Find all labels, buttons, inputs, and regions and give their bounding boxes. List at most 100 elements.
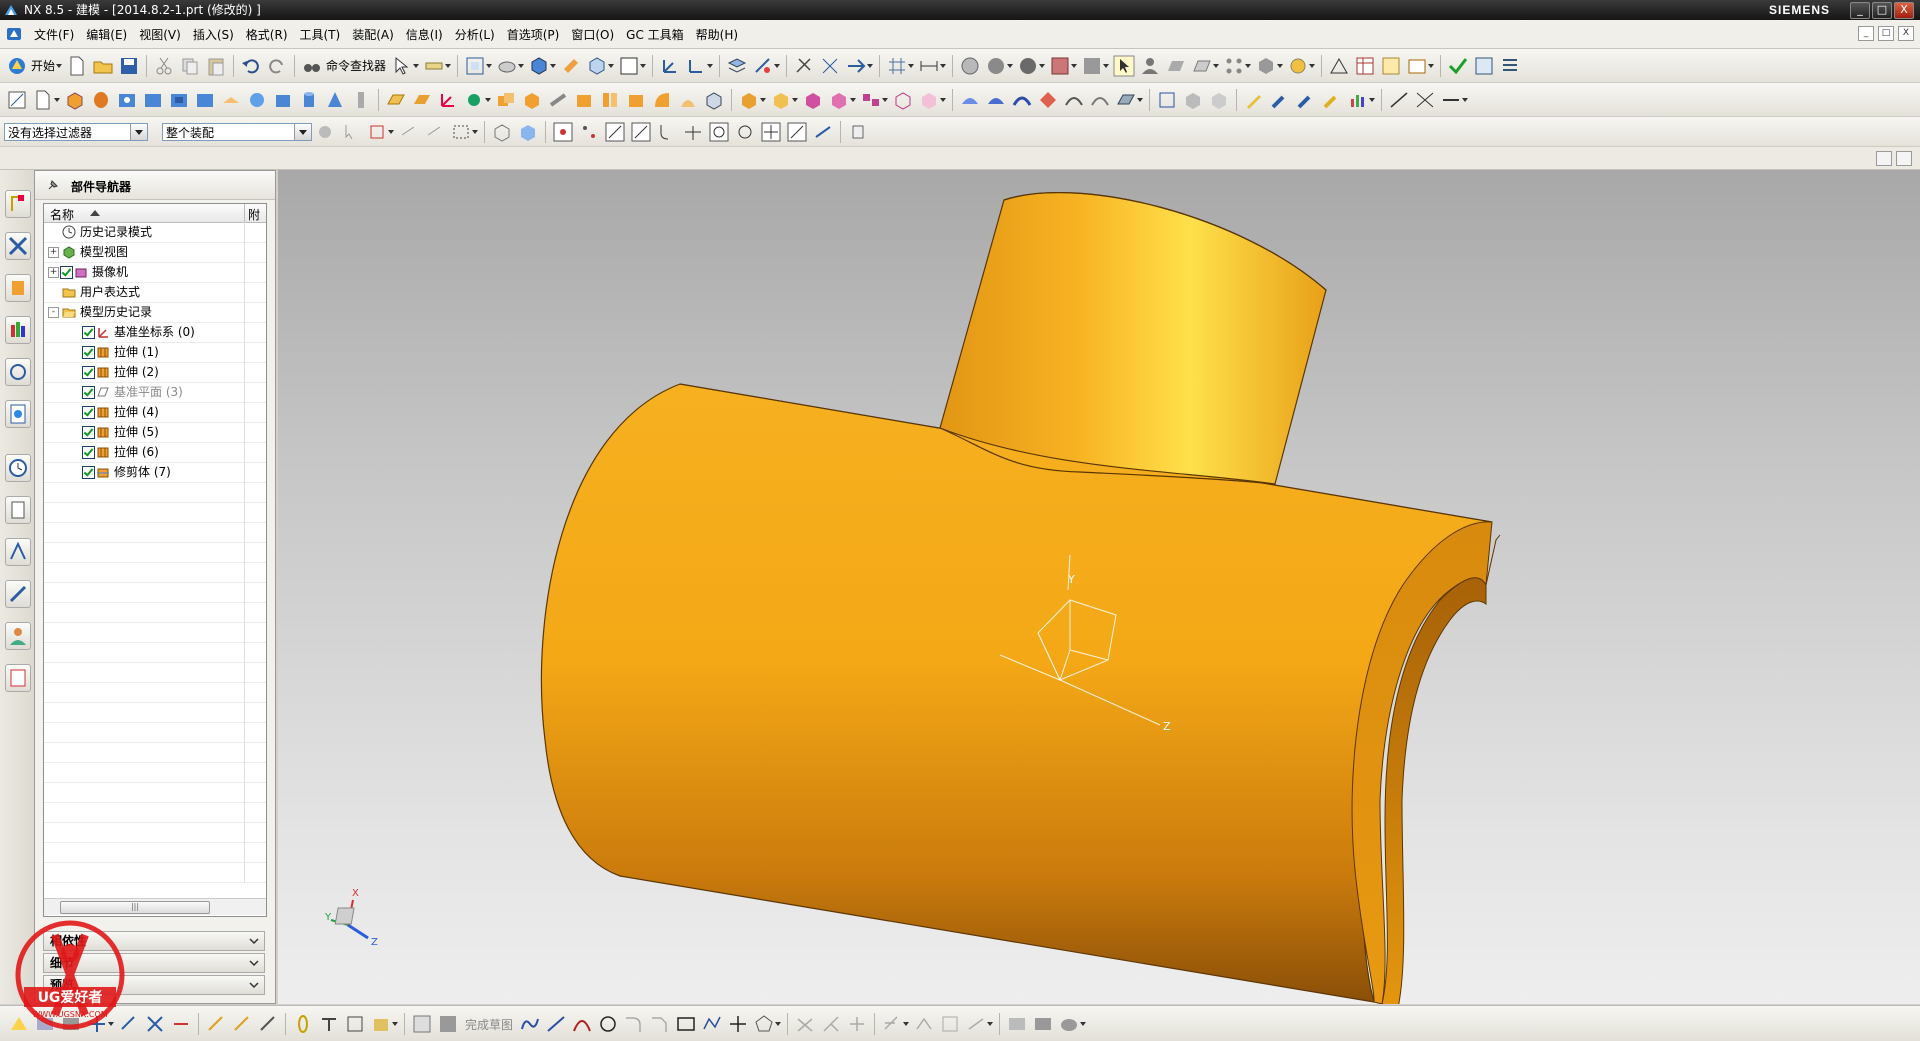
doc-close-button[interactable]: X xyxy=(1898,26,1914,41)
menu-window[interactable]: 窗口(O) xyxy=(565,26,620,43)
column-extra-header[interactable]: 附 xyxy=(248,206,260,223)
open-folder-icon[interactable] xyxy=(92,55,114,77)
menu-insert[interactable]: 插入(S) xyxy=(187,26,240,43)
arrow-select-icon[interactable] xyxy=(845,55,867,77)
sketch-project-icon[interactable] xyxy=(231,1013,253,1035)
menu-format[interactable]: 格式(R) xyxy=(240,26,294,43)
sew-icon[interactable] xyxy=(892,89,914,111)
triangle-icon[interactable] xyxy=(1328,55,1350,77)
thread-icon[interactable] xyxy=(350,89,372,111)
visibility-checkbox[interactable] xyxy=(82,426,95,439)
sketch-menu-icon[interactable] xyxy=(411,1013,433,1035)
part-model[interactable]: Z Y xyxy=(278,170,1920,1004)
menu-analysis[interactable]: 分析(L) xyxy=(449,26,501,43)
wcs-orient-icon[interactable] xyxy=(685,55,707,77)
pattern-feature-icon[interactable] xyxy=(860,89,882,111)
tree-row[interactable]: 修剪体 (7) xyxy=(44,462,266,483)
polygon-icon[interactable] xyxy=(753,1013,775,1035)
layer-settings-icon[interactable] xyxy=(752,55,774,77)
tree-row[interactable]: - 模型历史记录 xyxy=(44,302,266,323)
spline-icon[interactable] xyxy=(1182,89,1204,111)
maximize-button[interactable]: □ xyxy=(1872,2,1892,19)
expand-icon[interactable]: + xyxy=(48,247,59,258)
check-icon[interactable] xyxy=(1447,55,1469,77)
fullscreen-icon[interactable] xyxy=(1896,151,1912,166)
sketch-constraint-icon[interactable] xyxy=(1440,89,1462,111)
reuse-library-tab[interactable] xyxy=(5,316,31,344)
split-body-icon[interactable] xyxy=(599,89,621,111)
history-tab[interactable] xyxy=(5,454,31,482)
tree-row[interactable]: 拉伸 (4) xyxy=(44,402,266,423)
mirror-icon[interactable] xyxy=(828,89,850,111)
unite-icon[interactable] xyxy=(495,89,517,111)
report-icon[interactable] xyxy=(1473,55,1495,77)
chamfer-sketch-icon[interactable] xyxy=(649,1013,671,1035)
curve-icon[interactable] xyxy=(1156,89,1178,111)
assembly-navigator-tab[interactable] xyxy=(5,190,31,218)
copy-icon[interactable] xyxy=(179,55,201,77)
block-icon[interactable] xyxy=(272,89,294,111)
tree-row[interactable]: + 模型视图 xyxy=(44,242,266,263)
view-options-icon[interactable] xyxy=(1876,151,1892,166)
select-pointer-icon[interactable] xyxy=(1113,55,1135,77)
new-file-icon[interactable] xyxy=(66,55,88,77)
ruled-icon[interactable] xyxy=(1037,89,1059,111)
through-curves-icon[interactable] xyxy=(1063,89,1085,111)
alternate-solution-icon[interactable] xyxy=(1006,1013,1028,1035)
fit-view-icon[interactable] xyxy=(464,55,486,77)
roles-tab[interactable] xyxy=(5,622,31,650)
visibility-checkbox[interactable] xyxy=(82,406,95,419)
sketch-offset-icon[interactable] xyxy=(205,1013,227,1035)
sketch-pin-icon[interactable] xyxy=(292,1013,314,1035)
menu-file[interactable]: 文件(F) xyxy=(28,26,80,43)
reattach-icon[interactable] xyxy=(1058,1013,1080,1035)
snap-icon[interactable] xyxy=(793,55,815,77)
cylinder-icon[interactable] xyxy=(298,89,320,111)
doc-restore-button[interactable]: □ xyxy=(1878,26,1894,41)
tree-row[interactable]: 历史记录模式 xyxy=(44,222,266,243)
cone-icon[interactable] xyxy=(324,89,346,111)
menu-help[interactable]: 帮助(H) xyxy=(690,26,744,43)
groove-icon[interactable] xyxy=(246,89,268,111)
tree-row[interactable]: 用户表达式 xyxy=(44,282,266,303)
quick-extend-icon[interactable] xyxy=(820,1013,842,1035)
process-studio-tab[interactable] xyxy=(5,538,31,566)
offset-face-icon[interactable] xyxy=(770,89,792,111)
fillet-icon[interactable] xyxy=(623,1013,645,1035)
make-corner-icon[interactable] xyxy=(846,1013,868,1035)
swept-icon[interactable] xyxy=(1011,89,1033,111)
select-body-icon[interactable] xyxy=(424,121,446,143)
minimize-button[interactable]: _ xyxy=(1850,2,1870,19)
new-sheet-icon[interactable] xyxy=(32,89,54,111)
snap-existing-point-icon[interactable] xyxy=(760,121,782,143)
paste-icon[interactable] xyxy=(205,55,227,77)
tree-row[interactable]: 拉伸 (1) xyxy=(44,342,266,363)
patch-icon[interactable] xyxy=(918,89,940,111)
sketch-tools-icon[interactable] xyxy=(1414,89,1436,111)
background-icon[interactable] xyxy=(1081,55,1103,77)
point-sketch-icon[interactable] xyxy=(727,1013,749,1035)
sketch-icon[interactable] xyxy=(6,89,28,111)
doc-minimize-button[interactable]: _ xyxy=(1858,26,1874,41)
sketch-frame-icon[interactable] xyxy=(344,1013,366,1035)
tree-row[interactable]: 基准坐标系 (0) xyxy=(44,322,266,343)
wcs-icon[interactable] xyxy=(659,55,681,77)
hammer-icon[interactable] xyxy=(1295,89,1317,111)
sketch-trim-icon[interactable] xyxy=(170,1013,192,1035)
save-icon[interactable] xyxy=(118,55,140,77)
select-faces-icon[interactable] xyxy=(366,121,388,143)
visibility-checkbox[interactable] xyxy=(82,446,95,459)
visibility-checkbox[interactable] xyxy=(82,326,95,339)
visibility-checkbox[interactable] xyxy=(82,346,95,359)
snap-quadrant-icon[interactable] xyxy=(734,121,756,143)
sketch-line-icon[interactable] xyxy=(1388,89,1410,111)
menu-preferences[interactable]: 首选项(P) xyxy=(501,26,566,43)
animate-dimension-icon[interactable] xyxy=(1032,1013,1054,1035)
close-button[interactable]: X xyxy=(1894,2,1914,19)
binoculars-icon[interactable] xyxy=(301,55,323,77)
snap-grid-icon[interactable] xyxy=(578,121,600,143)
arc-icon[interactable] xyxy=(571,1013,593,1035)
sheet-icon[interactable] xyxy=(1191,55,1213,77)
undo-icon[interactable] xyxy=(240,55,262,77)
shell-icon[interactable] xyxy=(738,89,760,111)
